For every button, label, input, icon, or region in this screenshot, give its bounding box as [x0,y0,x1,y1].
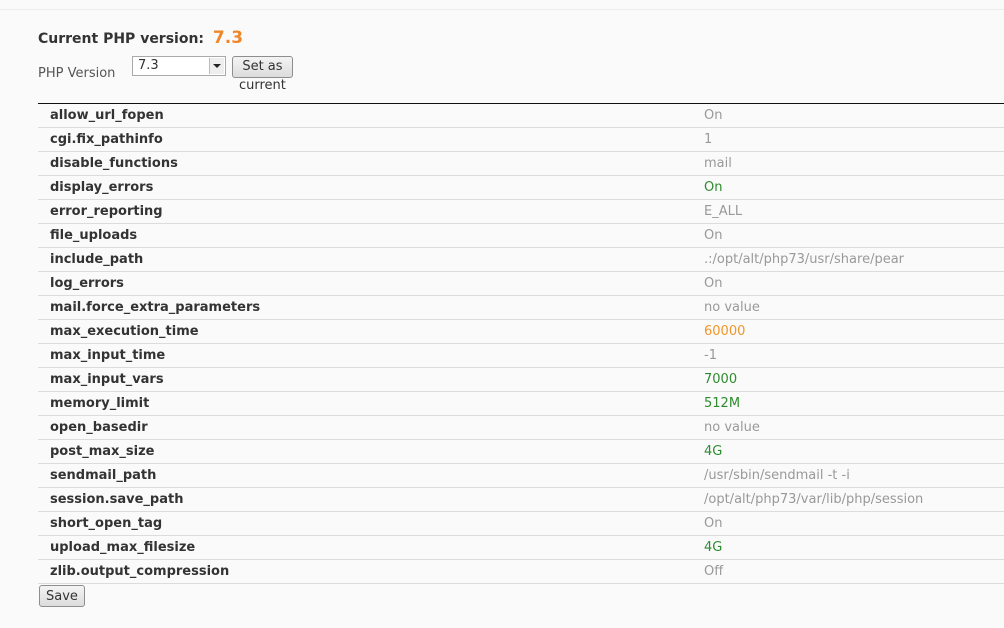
option-value[interactable]: On [704,103,1004,128]
option-name: error_reporting [38,199,704,224]
option-name: disable_functions [38,151,704,176]
option-row: open_basedir no value [38,415,1004,440]
option-value[interactable]: 4G [704,535,1004,560]
php-version-selected-value: 7.3 [138,58,159,73]
option-name: session.save_path [38,487,704,512]
option-name: upload_max_filesize [38,535,704,560]
option-row: session.save_path/opt/alt/php73/var/lib/… [38,487,1004,512]
option-name: post_max_size [38,439,704,464]
option-value[interactable]: no value [704,415,1004,440]
option-value[interactable]: -1 [704,343,1004,368]
option-name: log_errors [38,271,704,296]
php-version-label: PHP Version [38,66,116,81]
option-row: cgi.fix_pathinfo 1 [38,127,1004,152]
option-value[interactable]: 512M [704,391,1004,416]
option-name: memory_limit [38,391,704,416]
option-value[interactable]: On [704,223,1004,248]
option-row: sendmail_path/usr/sbin/sendmail -t -i [38,463,1004,488]
option-name: max_input_vars [38,367,704,392]
option-row: log_errors On [38,271,1004,296]
option-value[interactable]: .:/opt/alt/php73/usr/share/pear [704,247,1004,272]
option-value[interactable]: On [704,271,1004,296]
current-php-version: Current PHP version: 7.3 [38,28,243,48]
option-value[interactable]: On [704,511,1004,536]
top-divider [0,9,1004,10]
option-row: mail.force_extra_parameters no value [38,295,1004,320]
option-name: include_path [38,247,704,272]
option-name: open_basedir [38,415,704,440]
option-name: max_input_time [38,343,704,368]
option-row: file_uploads On [38,223,1004,248]
option-value[interactable]: mail [704,151,1004,176]
option-name: allow_url_fopen [38,103,704,128]
option-name: mail.force_extra_parameters [38,295,704,320]
option-row: short_open_tag On [38,511,1004,536]
option-row: max_input_time -1 [38,343,1004,368]
option-value[interactable]: Off [704,559,1004,584]
option-value[interactable]: /usr/sbin/sendmail -t -i [704,463,1004,488]
current-version-value: 7.3 [212,28,244,48]
option-row: upload_max_filesize 4G [38,535,1004,560]
option-name: zlib.output_compression [38,559,704,584]
option-value[interactable]: 1 [704,127,1004,152]
save-button[interactable]: Save [39,585,85,607]
option-value[interactable]: no value [704,295,1004,320]
option-value[interactable]: /opt/alt/php73/var/lib/php/session [704,487,1004,512]
option-row: max_input_vars 7000 [38,367,1004,392]
option-row: memory_limit 512M [38,391,1004,416]
option-value[interactable]: 4G [704,439,1004,464]
option-name: cgi.fix_pathinfo [38,127,704,152]
option-value[interactable]: 60000 [704,319,1004,344]
chevron-down-icon[interactable] [209,58,224,74]
option-row: allow_url_fopen On [38,103,1004,128]
option-row: zlib.output_compression Off [38,559,1004,584]
php-version-select[interactable]: 7.3 [132,56,226,76]
option-value[interactable]: E_ALL [704,199,1004,224]
option-row: error_reporting E_ALL [38,199,1004,224]
option-row: include_path .:/opt/alt/php73/usr/share/p… [38,247,1004,272]
option-value[interactable]: On [704,175,1004,200]
option-name: short_open_tag [38,511,704,536]
option-row: post_max_size 4G [38,439,1004,464]
option-name: file_uploads [38,223,704,248]
option-name: display_errors [38,175,704,200]
set-as-current-button[interactable]: Set as current [232,56,293,93]
option-name: sendmail_path [38,463,704,488]
current-version-label: Current PHP version: [38,31,205,47]
option-name: max_execution_time [38,319,704,344]
php-options-table: allow_url_fopen On cgi.fix_pathinfo 1 disabl… [38,103,1004,584]
option-row: max_execution_time 60000 [38,319,1004,344]
option-value[interactable]: 7000 [704,367,1004,392]
option-row: display_errors On [38,175,1004,200]
option-row: disable_functions mail [38,151,1004,176]
